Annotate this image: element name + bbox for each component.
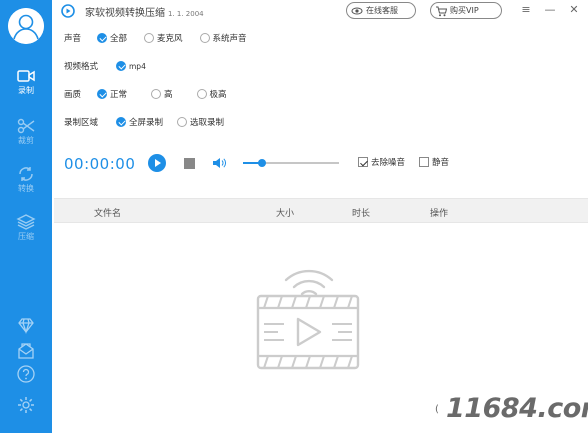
sidebar: 录制 裁剪 转换 压缩 [0, 0, 52, 433]
audio-option-mic[interactable]: 麦克风 [144, 32, 183, 44]
radio-icon[interactable] [199, 33, 210, 43]
slider-knob[interactable] [258, 159, 267, 167]
radio-checked-icon[interactable] [116, 61, 126, 71]
column-header-size: 大小 [276, 209, 295, 219]
radio-icon[interactable] [177, 117, 188, 127]
recording-timer: 00:00:00 [64, 155, 136, 173]
region-row: 录制区域 全屏录制 选取录制 [64, 115, 241, 129]
checkbox-checked-icon[interactable] [358, 157, 368, 167]
radio-checked-icon[interactable] [97, 33, 107, 43]
audio-option-all[interactable]: 全部 [97, 32, 127, 44]
scissors-icon [17, 118, 35, 134]
checkbox-icon[interactable] [419, 157, 429, 167]
radio-icon[interactable] [196, 89, 207, 99]
format-label: 视频格式 [64, 62, 99, 72]
quality-row: 画质 正常 高 极高 [64, 87, 244, 101]
option-label: 极高 [209, 90, 227, 100]
minimize-icon[interactable]: — [542, 2, 558, 18]
sidebar-item-compress[interactable]: 压缩 [0, 214, 52, 260]
quality-option-ultra[interactable]: 极高 [196, 88, 227, 100]
option-label: 全部 [110, 34, 128, 44]
app-name: 家软视频转换压缩 [85, 8, 165, 19]
option-label: 选取录制 [190, 118, 225, 128]
sidebar-item-record[interactable]: 录制 [0, 68, 52, 114]
buy-vip-label: 购买VIP [450, 6, 479, 15]
quality-option-high[interactable]: 高 [151, 88, 173, 100]
radio-icon[interactable] [144, 33, 155, 43]
volume-icon[interactable] [212, 157, 226, 169]
audio-option-system[interactable]: 系统声音 [199, 32, 247, 44]
audio-label: 声音 [64, 34, 82, 44]
stop-button[interactable] [184, 158, 195, 169]
sidebar-item-label: 录制 [18, 86, 34, 95]
column-header-filename: 文件名 [94, 209, 122, 219]
layers-icon [16, 214, 36, 230]
start-record-button[interactable] [148, 154, 166, 172]
option-label: mp4 [129, 61, 146, 71]
option-label: 系统声音 [212, 34, 247, 44]
option-label: 麦克风 [157, 34, 183, 44]
hamburger-icon[interactable]: ≡ [518, 2, 534, 18]
region-label: 录制区域 [64, 118, 99, 128]
option-label: 正常 [110, 90, 128, 100]
online-service-button[interactable]: 在线客服 [346, 2, 416, 19]
denoise-checkbox[interactable]: 去除噪音 [358, 156, 405, 168]
user-avatar-icon[interactable] [8, 8, 44, 44]
diamond-icon[interactable] [16, 316, 36, 336]
region-option-fullscreen[interactable]: 全屏录制 [116, 116, 163, 128]
online-service-label: 在线客服 [366, 6, 398, 15]
cart-icon [436, 6, 447, 16]
convert-icon [19, 167, 33, 181]
sidebar-item-label: 裁剪 [18, 136, 34, 145]
option-label: 全屏录制 [129, 118, 164, 128]
app-version: 1. 1. 2004 [168, 10, 204, 18]
quality-label: 画质 [64, 90, 82, 100]
video-camera-icon [17, 70, 35, 82]
mail-icon[interactable] [16, 341, 36, 361]
close-icon[interactable]: ✕ [566, 2, 582, 18]
sidebar-item-label: 压缩 [18, 232, 34, 241]
settings-icon[interactable] [16, 395, 36, 415]
watermark: 11684.com [446, 393, 588, 424]
radio-checked-icon[interactable] [97, 89, 107, 99]
app-logo-icon [61, 4, 75, 18]
file-table-header: 文件名 大小 时长 操作 [54, 198, 588, 223]
quality-option-normal[interactable]: 正常 [97, 88, 127, 100]
column-header-duration: 时长 [352, 209, 371, 219]
radio-checked-icon[interactable] [116, 117, 126, 127]
denoise-label: 去除噪音 [371, 158, 406, 168]
column-header-actions: 操作 [430, 209, 449, 219]
title-bar[interactable]: 家软视频转换压缩 1. 1. 2004 在线客服 购买VIP ≡ — ✕ [52, 0, 588, 22]
app-title: 家软视频转换压缩 1. 1. 2004 [85, 4, 204, 19]
audio-row: 声音 全部 麦克风 系统声音 [64, 31, 264, 45]
sidebar-item-trim[interactable]: 裁剪 [0, 118, 52, 164]
radio-icon[interactable] [151, 89, 162, 99]
mute-checkbox[interactable]: 静音 [419, 156, 449, 168]
format-row: 视频格式 mp4 [64, 59, 163, 73]
option-label: 高 [164, 90, 173, 100]
eye-icon [351, 7, 363, 14]
format-option-mp4[interactable]: mp4 [116, 61, 146, 71]
volume-slider[interactable] [243, 158, 339, 168]
sidebar-item-label: 转换 [18, 184, 34, 193]
sidebar-item-convert[interactable]: 转换 [0, 166, 52, 212]
status-paren: ( [435, 404, 439, 415]
region-option-select[interactable]: 选取录制 [177, 116, 224, 128]
mute-label: 静音 [432, 158, 450, 168]
app-window: 录制 裁剪 转换 压缩 家软视频转换压缩 1. 1. 2004 在线客服 购买V… [0, 0, 588, 433]
help-icon[interactable] [16, 364, 36, 384]
buy-vip-button[interactable]: 购买VIP [430, 2, 502, 19]
empty-video-icon [256, 269, 360, 370]
